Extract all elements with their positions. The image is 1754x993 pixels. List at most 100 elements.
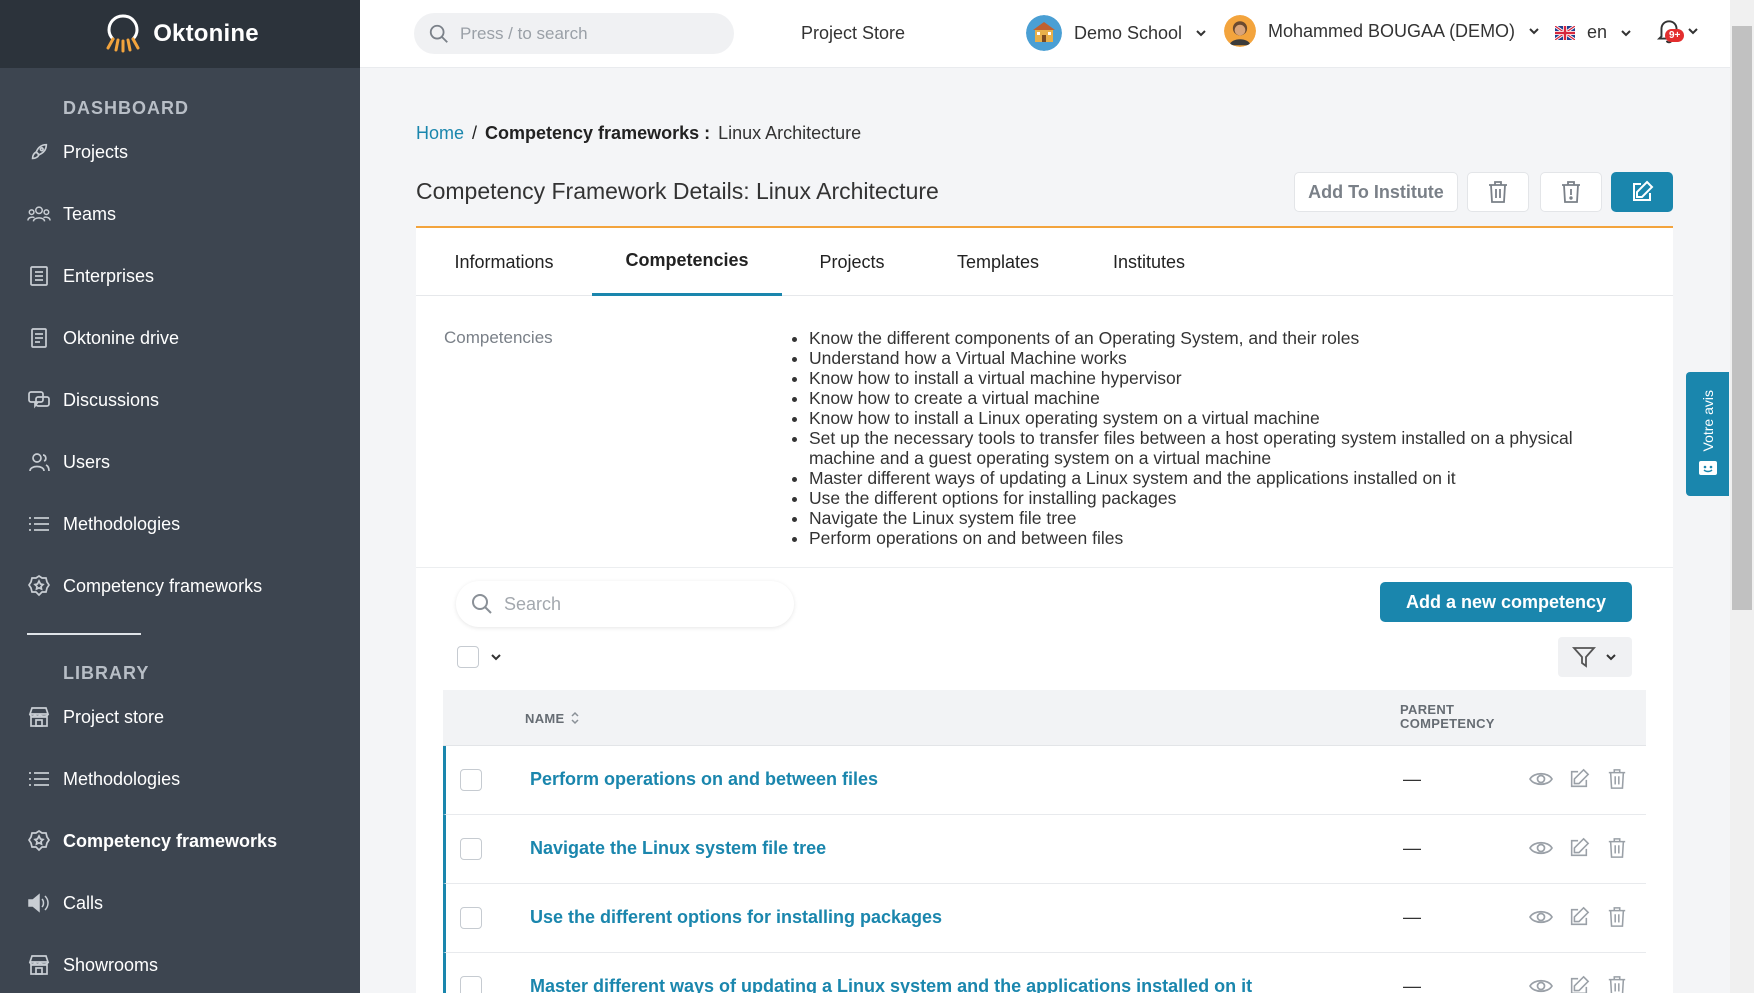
notifications-button[interactable]: 9+ [1656,17,1700,45]
sort-icon[interactable] [570,710,580,726]
sidebar-item-enterprises[interactable]: Enterprises [0,245,360,307]
trash-icon[interactable] [1604,973,1630,993]
column-header-name[interactable]: NAME [525,710,580,726]
row-checkbox[interactable] [460,907,482,929]
page-scrollbar[interactable] [1730,0,1754,993]
search-icon [429,24,448,43]
row-actions [1528,835,1630,861]
language-switcher[interactable]: en [1555,22,1633,43]
view-icon[interactable] [1528,904,1554,930]
chevron-down-icon[interactable] [489,650,503,664]
feedback-label: Votre avis [1699,390,1716,452]
logo-bar[interactable]: Oktonine [0,0,360,68]
filter-button[interactable] [1558,637,1632,677]
sidebar-item-teams[interactable]: Teams [0,183,360,245]
list-item: Know how to install a Linux operating sy… [809,408,1609,428]
trash-icon[interactable] [1604,835,1630,861]
notification-badge: 9+ [1665,29,1685,42]
list-item: Set up the necessary tools to transfer f… [809,428,1609,468]
view-icon[interactable] [1528,835,1554,861]
table-row[interactable]: Use the different options for installing… [443,884,1646,953]
edit-icon[interactable] [1566,904,1592,930]
tab-informations[interactable]: Informations [416,228,592,296]
edit-icon[interactable] [1566,766,1592,792]
sidebar-item-oktonine-drive[interactable]: Oktonine drive [0,307,360,369]
select-all-checkbox[interactable] [457,646,479,668]
sidebar-item-competency-frameworks[interactable]: Competency frameworks [0,555,360,617]
edit-button[interactable] [1611,172,1673,212]
breadcrumb-home-link[interactable]: Home [416,123,464,144]
remove-from-institute-button[interactable] [1540,172,1602,212]
badge-icon [27,574,51,598]
sidebar-item-label: Competency frameworks [63,575,263,596]
edit-icon[interactable] [1566,835,1592,861]
trash-icon[interactable] [1604,766,1630,792]
list-icon [27,512,51,536]
sidebar-item-library-competency-frameworks[interactable]: Competency frameworks [0,810,360,872]
sidebar-item-methodologies[interactable]: Methodologies [0,493,360,555]
tab-competencies[interactable]: Competencies [592,228,782,296]
table-row[interactable]: Master different ways of updating a Linu… [443,953,1646,993]
user-menu[interactable]: Mohammed BOUGAA (DEMO) [1224,15,1541,47]
sidebar-section-library: LIBRARY [63,663,150,683]
org-switcher[interactable]: Demo School [1026,15,1208,51]
app-name: Oktonine [153,20,259,47]
sidebar: Oktonine DASHBOARD Projects Teams Enterp… [0,0,360,993]
sidebar-item-label: Enterprises [63,265,155,286]
tab-institutes[interactable]: Institutes [1074,228,1224,296]
column-header-parent[interactable]: PARENT COMPETENCY [1400,703,1510,731]
uk-flag-icon [1555,25,1575,40]
list-item: Understand how a Virtual Machine works [809,348,1609,368]
competency-name-link[interactable]: Navigate the Linux system file tree [530,838,826,859]
row-checkbox[interactable] [460,976,482,993]
competency-search-input[interactable] [504,593,764,615]
view-icon[interactable] [1528,766,1554,792]
parent-competency: — [1403,907,1421,927]
tab-projects[interactable]: Projects [782,228,922,296]
competency-search[interactable] [456,581,794,627]
edit-icon[interactable] [1566,973,1592,993]
view-icon[interactable] [1528,973,1554,993]
project-store-link[interactable]: Project Store [801,23,905,44]
feedback-tab[interactable]: Votre avis [1686,372,1729,496]
filter-icon [1572,647,1596,668]
sidebar-item-label: Calls [63,892,104,913]
row-actions [1528,973,1630,993]
team-icon [27,202,51,226]
tab-templates[interactable]: Templates [922,228,1074,296]
store-icon [27,953,51,977]
competency-name-link[interactable]: Master different ways of updating a Linu… [530,976,1252,993]
column-header-label: NAME [525,710,565,726]
chat-icon [27,388,51,412]
sidebar-item-project-store[interactable]: Project store [0,686,360,748]
competency-name-link[interactable]: Use the different options for installing… [530,907,942,928]
scrollbar-thumb[interactable] [1732,26,1752,610]
drive-icon [27,326,51,350]
global-search-input[interactable] [460,23,720,44]
trash-icon[interactable] [1604,904,1630,930]
sidebar-item-users[interactable]: Users [0,431,360,493]
row-checkbox[interactable] [460,769,482,791]
list-item: Know the different components of an Oper… [809,328,1609,348]
chevron-down-icon [1688,28,1698,35]
sidebar-item-label: Competency frameworks [63,830,278,851]
sidebar-item-projects[interactable]: Projects [0,121,360,183]
add-competency-button[interactable]: Add a new competency [1380,582,1632,622]
search-icon [472,594,492,614]
global-search[interactable] [414,13,734,54]
sidebar-item-showrooms[interactable]: Showrooms [0,934,360,993]
add-to-institute-button[interactable]: Add To Institute [1294,172,1458,212]
sidebar-item-calls[interactable]: Calls [0,872,360,934]
user-name: Mohammed BOUGAA (DEMO) [1268,20,1516,41]
sidebar-item-discussions[interactable]: Discussions [0,369,360,431]
row-checkbox[interactable] [460,838,482,860]
competency-name-link[interactable]: Perform operations on and between files [530,769,878,790]
row-actions [1528,904,1630,930]
list-icon [27,767,51,791]
delete-button[interactable] [1467,172,1529,212]
table-row[interactable]: Perform operations on and between files … [443,746,1646,815]
sidebar-item-library-methodologies[interactable]: Methodologies [0,748,360,810]
users-icon [27,450,51,474]
table-row[interactable]: Navigate the Linux system file tree — [443,815,1646,884]
bulk-select[interactable] [457,646,503,668]
